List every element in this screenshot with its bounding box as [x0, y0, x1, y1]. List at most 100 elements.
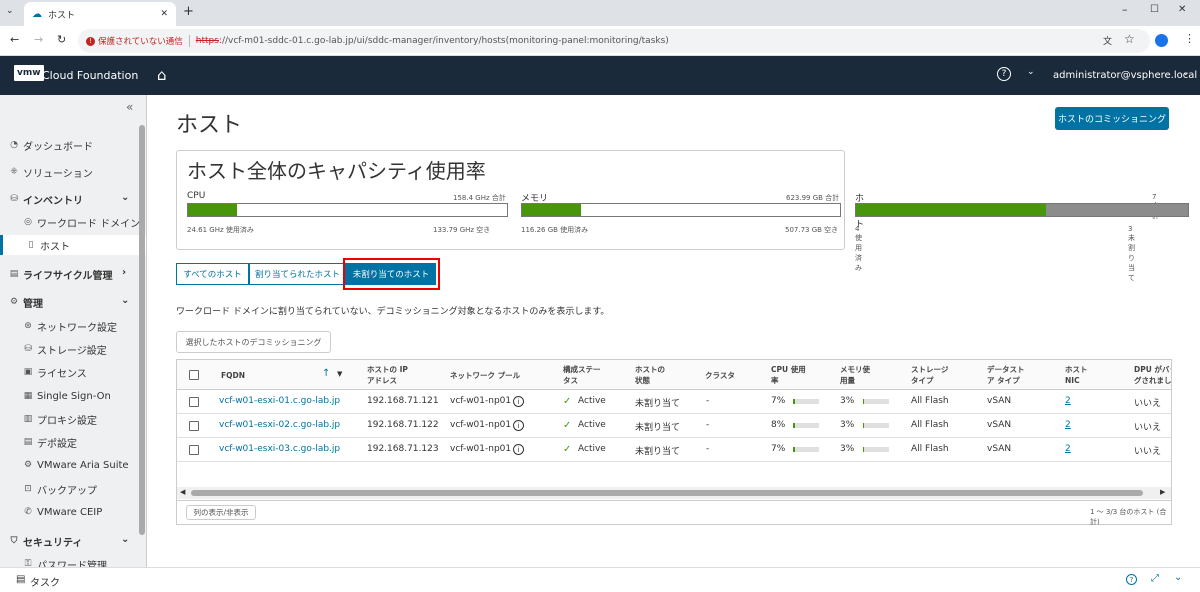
col-storage-type[interactable]: ストレージ タイプ	[911, 364, 948, 386]
col-network-pool[interactable]: ネットワーク プール	[450, 370, 520, 381]
col-host-state[interactable]: ホストの 状態	[635, 364, 665, 386]
decommission-selected-button[interactable]: 選択したホストのデコミッショニング	[176, 331, 331, 353]
back-icon[interactable]: ←	[10, 33, 19, 46]
translate-icon[interactable]: 文	[1103, 34, 1112, 47]
sidebar-item-license[interactable]: ▣ ライセンス	[22, 362, 146, 382]
insecure-warning[interactable]: ! 保護されていない通信	[86, 35, 190, 47]
sidebar-item-proxy[interactable]: ▥ プロキシ設定	[22, 409, 146, 429]
bookmark-star-icon[interactable]: ☆	[1124, 32, 1135, 46]
col-host-nic[interactable]: ホスト NIC	[1065, 364, 1088, 386]
tab-search-icon[interactable]: ⌄	[6, 6, 14, 16]
window-close-icon[interactable]: ✕	[1178, 4, 1186, 15]
sidebar-item-solutions[interactable]: ⁜ ソリューション	[8, 162, 146, 182]
select-all-checkbox[interactable]	[189, 370, 199, 380]
dpu-backed: いいえ	[1134, 447, 1162, 457]
table-row[interactable]: vcf-w01-esxi-01.c.go-lab.jp 192.168.71.1…	[177, 390, 1171, 414]
info-icon[interactable]: i	[513, 444, 524, 455]
forward-icon[interactable]: →	[34, 33, 43, 46]
col-fqdn[interactable]: FQDN	[221, 370, 245, 381]
new-tab-icon[interactable]: +	[183, 4, 194, 19]
col-cluster[interactable]: クラスタ	[705, 370, 735, 381]
host-nic-link[interactable]: 2	[1065, 444, 1071, 454]
sidebar-item-sso[interactable]: ▦ Single Sign-On	[22, 386, 146, 406]
sidebar-item-dashboard[interactable]: ◔ ダッシュボード	[8, 135, 146, 155]
main-content: ホスト ホストのコミッショニング ホスト全体のキャパシティ使用率 CPU 158…	[148, 95, 1200, 567]
table-row[interactable]: vcf-w01-esxi-02.c.go-lab.jp 192.168.71.1…	[177, 414, 1171, 438]
config-status: Active	[578, 396, 606, 406]
close-tab-icon[interactable]: ✕	[160, 9, 168, 19]
scroll-left-icon[interactable]: ◀	[180, 488, 185, 496]
memory-capacity-fill	[522, 204, 582, 216]
sort-asc-icon[interactable]: ↑	[322, 368, 330, 379]
host-nic-link[interactable]: 2	[1065, 396, 1071, 406]
sidebar-item-ceip[interactable]: ✆ VMware CEIP	[22, 502, 146, 522]
col-memory-usage[interactable]: メモリ使 用量	[840, 364, 870, 386]
host-ip: 192.168.71.121	[367, 396, 439, 406]
sidebar-item-aria[interactable]: ⚙ VMware Aria Suite	[22, 455, 146, 475]
row-checkbox[interactable]	[189, 397, 199, 407]
home-icon[interactable]: ⌂	[157, 66, 167, 84]
host-fqdn-link[interactable]: vcf-w01-esxi-01.c.go-lab.jp	[219, 396, 340, 406]
minimize-icon[interactable]: –	[1122, 3, 1128, 16]
filter-icon[interactable]: ▼	[337, 370, 342, 378]
browser-menu-icon[interactable]: ⋮	[1184, 32, 1195, 45]
host-icon: ▯	[28, 240, 34, 250]
host-capacity-fill	[856, 204, 1046, 216]
sidebar-item-lifecycle[interactable]: ▤ ライフサイクル管理 ›	[8, 264, 146, 284]
info-icon[interactable]: i	[513, 396, 524, 407]
sidebar-item-inventory[interactable]: ⛁ インベントリ ⌄	[8, 189, 146, 209]
col-dpu-backed[interactable]: DPU がバッキングされました	[1134, 364, 1171, 386]
collapse-sidebar-icon[interactable]: «	[126, 100, 133, 114]
sidebar-item-password[interactable]: ⚿ パスワード管理	[22, 554, 146, 567]
task-panel-bar[interactable]: ▤ タスク ? ⤢ ⌄	[0, 567, 1200, 592]
collapse-icon[interactable]: ⌄	[1174, 572, 1182, 583]
sidebar-item-depot[interactable]: ▤ デポ設定	[22, 432, 146, 452]
maximize-icon[interactable]: ☐	[1150, 4, 1159, 15]
user-dropdown-icon[interactable]: ⌄	[1182, 68, 1190, 78]
sidebar-scrollbar[interactable]	[139, 125, 145, 535]
sidebar-item-hosts[interactable]: ▯ ホスト	[0, 235, 146, 255]
col-config-status[interactable]: 構成ステー タス	[563, 364, 601, 386]
sidebar-item-network[interactable]: ⊛ ネットワーク設定	[22, 316, 146, 336]
scroll-right-icon[interactable]: ▶	[1160, 488, 1165, 496]
browser-tab[interactable]: ☁ ホスト ✕	[24, 2, 176, 26]
column-toggle-button[interactable]: 列の表示/非表示	[186, 505, 256, 520]
memory-usage: 3%	[840, 396, 855, 406]
cluster: -	[706, 396, 710, 406]
host-ip: 192.168.71.123	[367, 444, 439, 454]
sidebar-item-backup[interactable]: ⊡ バックアップ	[22, 479, 146, 499]
col-ip[interactable]: ホストの IP アドレス	[367, 364, 408, 386]
sidebar-item-storage[interactable]: ⛁ ストレージ設定	[22, 339, 146, 359]
horizontal-scrollbar[interactable]: ◀ ▶	[177, 487, 1171, 499]
table-row[interactable]: vcf-w01-esxi-03.c.go-lab.jp 192.168.71.1…	[177, 438, 1171, 462]
commission-hosts-button[interactable]: ホストのコミッショニング	[1055, 107, 1169, 130]
sidebar-item-security[interactable]: ⛉ セキュリティ ⌄	[8, 531, 146, 551]
help-icon[interactable]: ?	[997, 67, 1011, 81]
profile-avatar-icon[interactable]	[1155, 34, 1168, 47]
host-nic-link[interactable]: 2	[1065, 420, 1071, 430]
host-fqdn-link[interactable]: vcf-w01-esxi-02.c.go-lab.jp	[219, 420, 340, 430]
tab-all-hosts[interactable]: すべてのホスト	[176, 263, 249, 285]
row-checkbox[interactable]	[189, 421, 199, 431]
sidebar-item-admin[interactable]: ⚙ 管理 ⌄	[8, 292, 146, 312]
col-datastore-type[interactable]: データストア タイプ	[987, 364, 1025, 386]
sidebar-item-workload-domain[interactable]: ◎ ワークロード ドメイン	[22, 212, 146, 232]
address-bar[interactable]: ! 保護されていない通信 https ://vcf-m01-sddc-01.c.g…	[78, 29, 1150, 53]
row-checkbox[interactable]	[189, 445, 199, 455]
cpu-usage-fill	[793, 447, 795, 452]
info-icon[interactable]: i	[513, 420, 524, 431]
cpu-capacity-bar	[187, 203, 508, 217]
scrollbar-thumb[interactable]	[191, 490, 1143, 496]
reload-icon[interactable]: ↻	[57, 33, 66, 46]
col-cpu-usage[interactable]: CPU 使用率	[771, 364, 806, 386]
task-label[interactable]: タスク	[30, 574, 60, 589]
sidebar: « ◔ ダッシュボード ⁜ ソリューション ⛁ インベントリ ⌄ ◎ ワークロード ドメイ…	[0, 95, 147, 567]
expand-icon[interactable]: ⤢	[1151, 573, 1159, 584]
col-nic-line2: NIC	[1065, 376, 1080, 385]
host-fqdn-link[interactable]: vcf-w01-esxi-03.c.go-lab.jp	[219, 444, 340, 454]
tab-assigned-hosts[interactable]: 割り当てられたホスト	[249, 263, 346, 285]
help-icon[interactable]: ?	[1126, 574, 1137, 585]
sidebar-item-label: ライセンス	[37, 368, 87, 380]
user-menu[interactable]: administrator@vsphere.local	[1053, 70, 1197, 81]
user-menu-chevron-icon[interactable]: ⌄	[1027, 67, 1035, 77]
